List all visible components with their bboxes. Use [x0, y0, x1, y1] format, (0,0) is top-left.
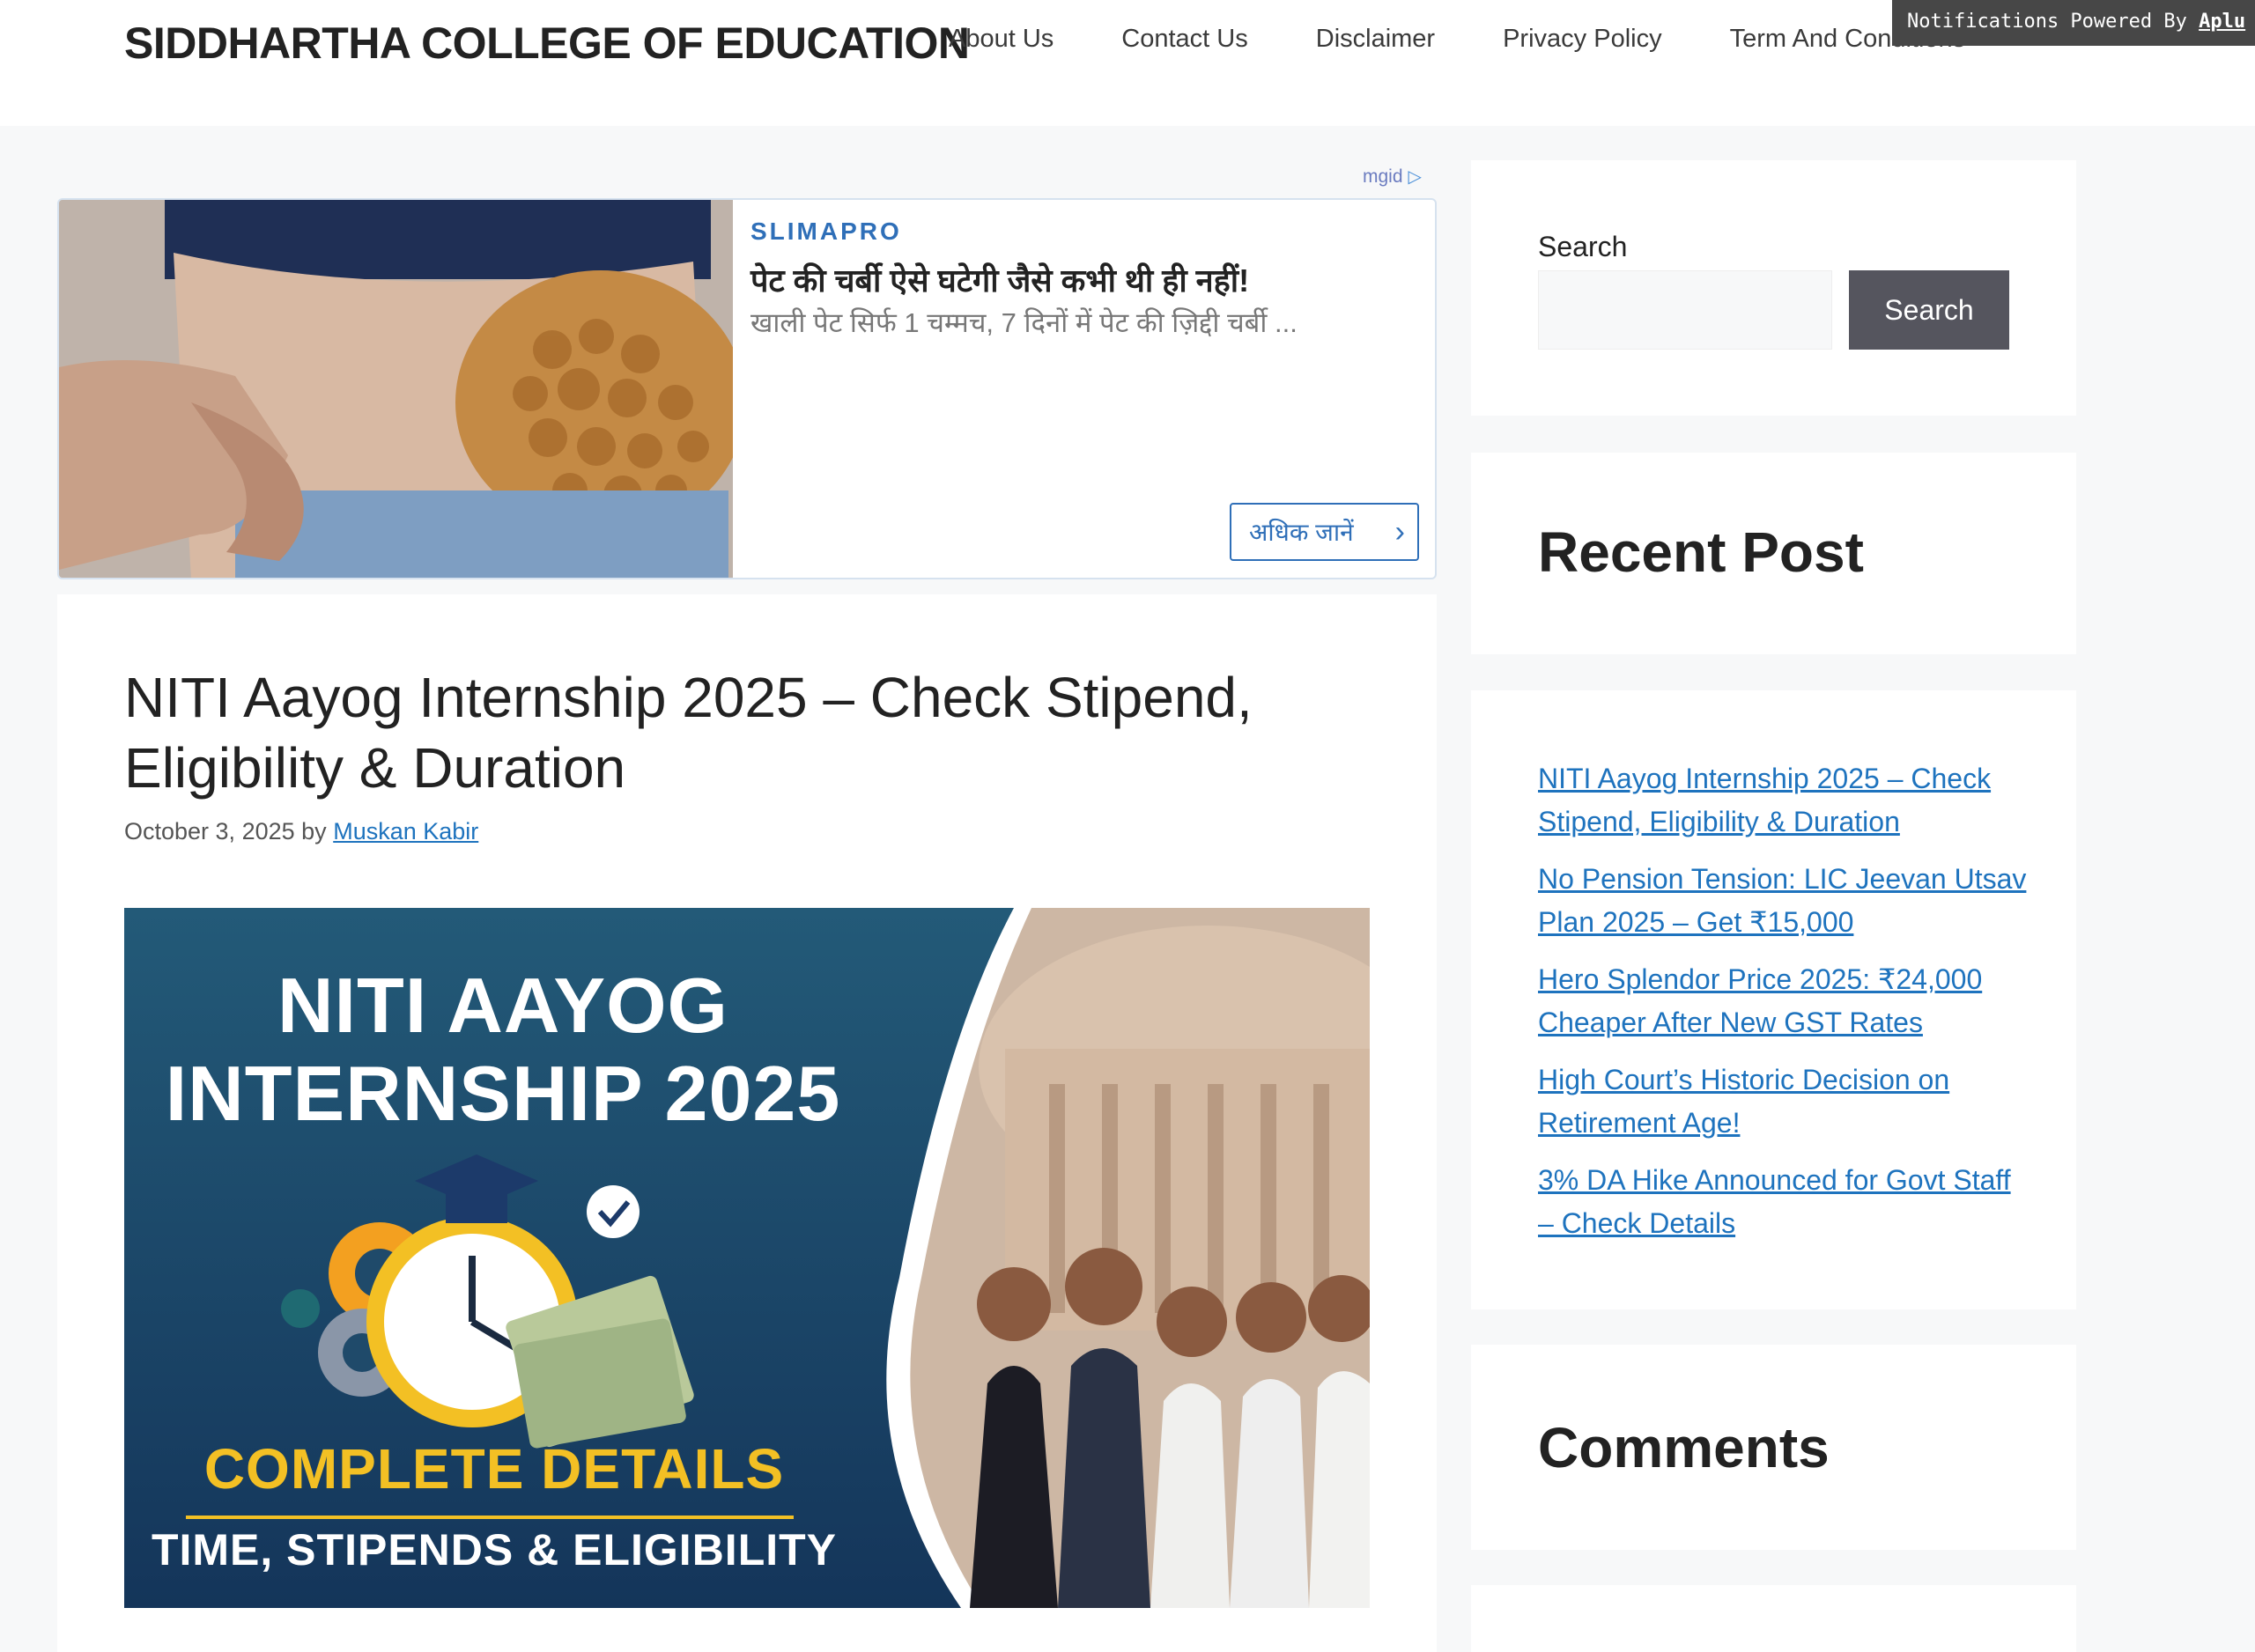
list-item: No Pension Tension: LIC Jeevan Utsav Pla… [1538, 858, 2031, 944]
notification-banner[interactable]: Notifications Powered By Aplu [1892, 0, 2255, 46]
search-widget: Search Search [1471, 160, 2076, 416]
search-button[interactable]: Search [1849, 270, 2009, 350]
nav-about-us[interactable]: About Us [949, 25, 1054, 54]
adchoices-icon[interactable]: ▷ [1408, 166, 1422, 188]
author-link[interactable]: Muskan Kabir [333, 818, 478, 844]
ad-subtext[interactable]: खाली पेट सिर्फ 1 चम्मच, 7 दिनों में पेट … [750, 304, 1298, 341]
sidebar-widget-partial [1471, 1585, 2076, 1652]
featured-image-line-3: COMPLETE DETAILS [203, 1437, 785, 1501]
featured-image-line-4: TIME, STIPENDS & ELIGIBILITY [151, 1525, 838, 1575]
featured-image-line-1: NITI AAYOG [277, 962, 728, 1049]
site-title[interactable]: SIDDHARTHA COLLEGE OF EDUCATION [124, 18, 970, 69]
article-title: NITI Aayog Internship 2025 – Check Stipe… [124, 666, 1253, 800]
nav-contact-us[interactable]: Contact Us [1121, 25, 1247, 54]
ad-brand[interactable]: SLIMAPRO [750, 218, 902, 246]
recent-post-link[interactable]: NITI Aayog Internship 2025 – Check Stipe… [1538, 763, 1991, 837]
ad-network-label[interactable]: mgid ▷ [1363, 166, 1422, 188]
nav-disclaimer[interactable]: Disclaimer [1316, 25, 1435, 54]
featured-image: NITI AAYOG INTERNSHIP 2025 COMPLETE DETA… [124, 908, 1370, 1608]
article: NITI Aayog Internship 2025 – Check Stipe… [57, 594, 1437, 1652]
ad-banner[interactable]: SLIMAPRO पेट की चर्बी ऐसे घटेगी जैसे कभी… [57, 198, 1437, 579]
list-item: Hero Splendor Price 2025: ₹24,000 Cheape… [1538, 958, 2031, 1044]
recent-post-link[interactable]: No Pension Tension: LIC Jeevan Utsav Pla… [1538, 863, 2026, 938]
notification-text: Notifications Powered By [1907, 11, 2200, 33]
list-item: 3% DA Hike Announced for Govt Staff – Ch… [1538, 1159, 2031, 1245]
ad-headline[interactable]: पेट की चर्बी ऐसे घटेगी जैसे कभी थी ही नह… [750, 258, 1249, 301]
list-item: High Court’s Historic Decision on Retire… [1538, 1058, 2031, 1145]
recent-posts-list-widget: NITI Aayog Internship 2025 – Check Stipe… [1471, 690, 2076, 1309]
recent-post-widget: Recent Post [1471, 453, 2076, 654]
featured-image-divider [186, 1516, 794, 1519]
ad-cta-button[interactable]: अधिक जानें › [1230, 503, 1419, 561]
recent-post-link[interactable]: Hero Splendor Price 2025: ₹24,000 Cheape… [1538, 963, 1982, 1038]
notification-brand-link[interactable]: Aplu [2199, 11, 2245, 33]
comments-widget: Comments [1471, 1345, 2076, 1550]
nav-privacy-policy[interactable]: Privacy Policy [1503, 25, 1662, 54]
recent-post-title: Recent Post [1538, 520, 1864, 584]
search-input[interactable] [1538, 270, 1832, 350]
list-item: NITI Aayog Internship 2025 – Check Stipe… [1538, 757, 2031, 844]
comments-title: Comments [1538, 1416, 1830, 1479]
article-meta: October 3, 2025 by Muskan Kabir [124, 818, 478, 845]
article-by: by [301, 818, 327, 844]
chevron-right-icon: › [1394, 515, 1405, 549]
recent-post-link[interactable]: High Court’s Historic Decision on Retire… [1538, 1064, 1949, 1139]
article-date: October 3, 2025 [124, 818, 295, 844]
main-nav: About Us Contact Us Disclaimer Privacy P… [949, 25, 2033, 54]
search-label: Search [1538, 231, 1628, 262]
ad-image[interactable] [59, 200, 733, 578]
recent-post-link[interactable]: 3% DA Hike Announced for Govt Staff – Ch… [1538, 1164, 2011, 1239]
ad-cta-label: अधिक जानें [1249, 519, 1354, 546]
recent-posts-list: NITI Aayog Internship 2025 – Check Stipe… [1538, 757, 2031, 1259]
featured-image-line-2: INTERNSHIP 2025 [165, 1050, 841, 1137]
ad-network-name: mgid [1363, 166, 1403, 187]
